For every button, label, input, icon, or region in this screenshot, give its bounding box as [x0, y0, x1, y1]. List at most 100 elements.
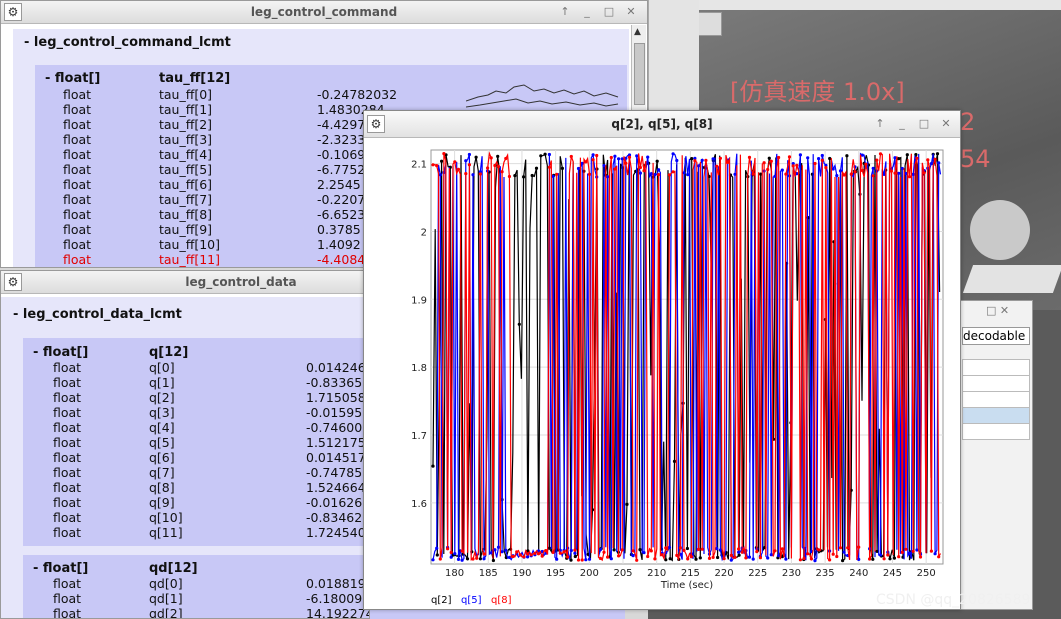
data-point [813, 559, 817, 563]
data-point [612, 548, 616, 552]
list-item[interactable]: float q[6] 0.014517 [1, 450, 369, 465]
group-type-label[interactable]: - float[] [33, 345, 88, 360]
list-item[interactable]: float q[10] -0.83462 [1, 510, 369, 525]
data-point [464, 172, 468, 176]
data-point [915, 548, 919, 552]
row-type: float [53, 435, 82, 450]
table-header-decodable[interactable]: decodable [962, 327, 1030, 345]
data-point [551, 550, 555, 554]
maximize-icon[interactable]: □ [916, 116, 932, 132]
data-point [860, 168, 864, 173]
data-point [828, 558, 832, 562]
data-point [871, 166, 875, 170]
data-window-titlebar[interactable]: ⚙ leg_control_data [1, 271, 369, 294]
list-item[interactable]: float q[2] 1.715058 [1, 390, 369, 405]
window-title: leg_control_command [250, 5, 398, 19]
list-item[interactable]: float qd[2] 14.192274 [1, 606, 369, 618]
background-window-strip [648, 0, 699, 110]
list-item[interactable]: float q[1] -0.83365 [1, 375, 369, 390]
row-name: q[0] [149, 360, 175, 375]
row-type: float [63, 222, 92, 237]
list-item[interactable]: float q[9] -0.01626 [1, 495, 369, 510]
plot-title: q[2], q[5], q[8] [611, 117, 713, 131]
list-item[interactable]: float q[4] -0.74600 [1, 420, 369, 435]
row-name: tau_ff[6] [159, 177, 213, 192]
maximize-icon[interactable]: □ [601, 4, 617, 20]
data-point [467, 152, 471, 157]
close-icon[interactable]: ✕ [623, 4, 639, 20]
table-row[interactable] [962, 359, 1030, 376]
row-name: tau_ff[1] [159, 102, 213, 117]
list-item[interactable]: float qd[1] -6.18009 [1, 591, 369, 606]
data-point [496, 545, 501, 549]
row-value: 0.014517 [306, 450, 366, 465]
list-item[interactable]: float qd[0] 0.018819 [1, 576, 369, 591]
group-type-label[interactable]: - float[] [33, 561, 88, 576]
minimize-icon[interactable]: _ [894, 116, 910, 132]
x-tick-label: 205 [613, 568, 632, 579]
data-point [474, 155, 478, 159]
sim-small-window[interactable] [698, 12, 722, 36]
table-row[interactable] [962, 423, 1030, 440]
data-point [602, 164, 606, 168]
row-name: q[1] [149, 375, 175, 390]
table-window-controls: □ ✕ [986, 304, 1010, 317]
list-item[interactable]: float q[11] 1.724540 [1, 525, 369, 540]
command-window-titlebar[interactable]: ⚙ leg_control_command ↑ _ □ ✕ [1, 1, 647, 24]
y-tick-label: 1.7 [411, 431, 427, 442]
data-point [489, 551, 493, 555]
data-point [664, 558, 668, 562]
row-value: -0.2207 [317, 192, 366, 207]
row-type: float [63, 162, 92, 177]
minimize-icon[interactable]: _ [579, 4, 595, 20]
table-row-selected[interactable] [962, 407, 1030, 424]
row-type: float [53, 465, 82, 480]
data-point [460, 549, 464, 553]
data-point [431, 163, 435, 167]
plot-canvas[interactable]: 1.6 1.7 1.8 1.9 2 2.1 180 185 190 195 200 205 210 215… [364, 138, 960, 610]
data-point [835, 554, 839, 559]
data-point [504, 156, 508, 161]
data-point [690, 157, 694, 161]
x-tick-label: 180 [445, 568, 464, 579]
row-value: -0.24782032 [317, 87, 398, 102]
scroll-thumb[interactable] [634, 43, 645, 105]
x-tick-label: 200 [580, 568, 599, 579]
data-point [671, 170, 675, 174]
pin-icon[interactable]: ↑ [872, 116, 888, 132]
data-point [875, 158, 879, 162]
list-item[interactable]: float q[5] 1.512175 [1, 435, 369, 450]
row-type: float [63, 177, 92, 192]
data-point [813, 161, 817, 166]
list-item[interactable]: float q[3] -0.01595 [1, 405, 369, 420]
root-node-label[interactable]: - leg_control_data_lcmt [13, 307, 182, 322]
list-item[interactable]: float q[7] -0.74785 [1, 465, 369, 480]
row-value: -0.01626 [306, 495, 363, 510]
sim-speed-label: [仿真速度 1.0x] [730, 78, 905, 106]
row-type: float [53, 360, 82, 375]
qd-rows: float qd[0] 0.018819 float qd[1] -6.18009 fl… [1, 576, 369, 618]
data-point [795, 163, 799, 167]
plot-window-titlebar[interactable]: ⚙ q[2], q[5], q[8] ↑ _ □ ✕ [364, 111, 960, 138]
data-point [638, 171, 642, 175]
data-point [722, 557, 726, 561]
data-point [511, 554, 515, 559]
close-icon[interactable]: ✕ [938, 116, 954, 132]
data-point [555, 557, 559, 561]
table-row[interactable] [962, 375, 1030, 392]
data-point [711, 157, 715, 161]
robot-leg [962, 265, 1061, 293]
list-item[interactable]: float q[0] 0.014246 [1, 360, 369, 375]
group-type-label[interactable]: - float[] [45, 71, 100, 86]
data-point [625, 502, 629, 506]
plot-window: ⚙ q[2], q[5], q[8] ↑ _ □ ✕ 1.6 1.7 1.8 1.9 2… [363, 110, 961, 610]
list-item[interactable]: float q[8] 1.524664 [1, 480, 369, 495]
root-node-label[interactable]: - leg_control_command_lcmt [24, 35, 231, 50]
data-point [897, 555, 901, 559]
table-row[interactable] [962, 391, 1030, 408]
row-name: q[10] [149, 510, 183, 525]
scroll-up-icon[interactable]: ▲ [634, 27, 641, 37]
data-point [751, 557, 755, 561]
data-point [638, 165, 642, 170]
pin-icon[interactable]: ↑ [557, 4, 573, 20]
